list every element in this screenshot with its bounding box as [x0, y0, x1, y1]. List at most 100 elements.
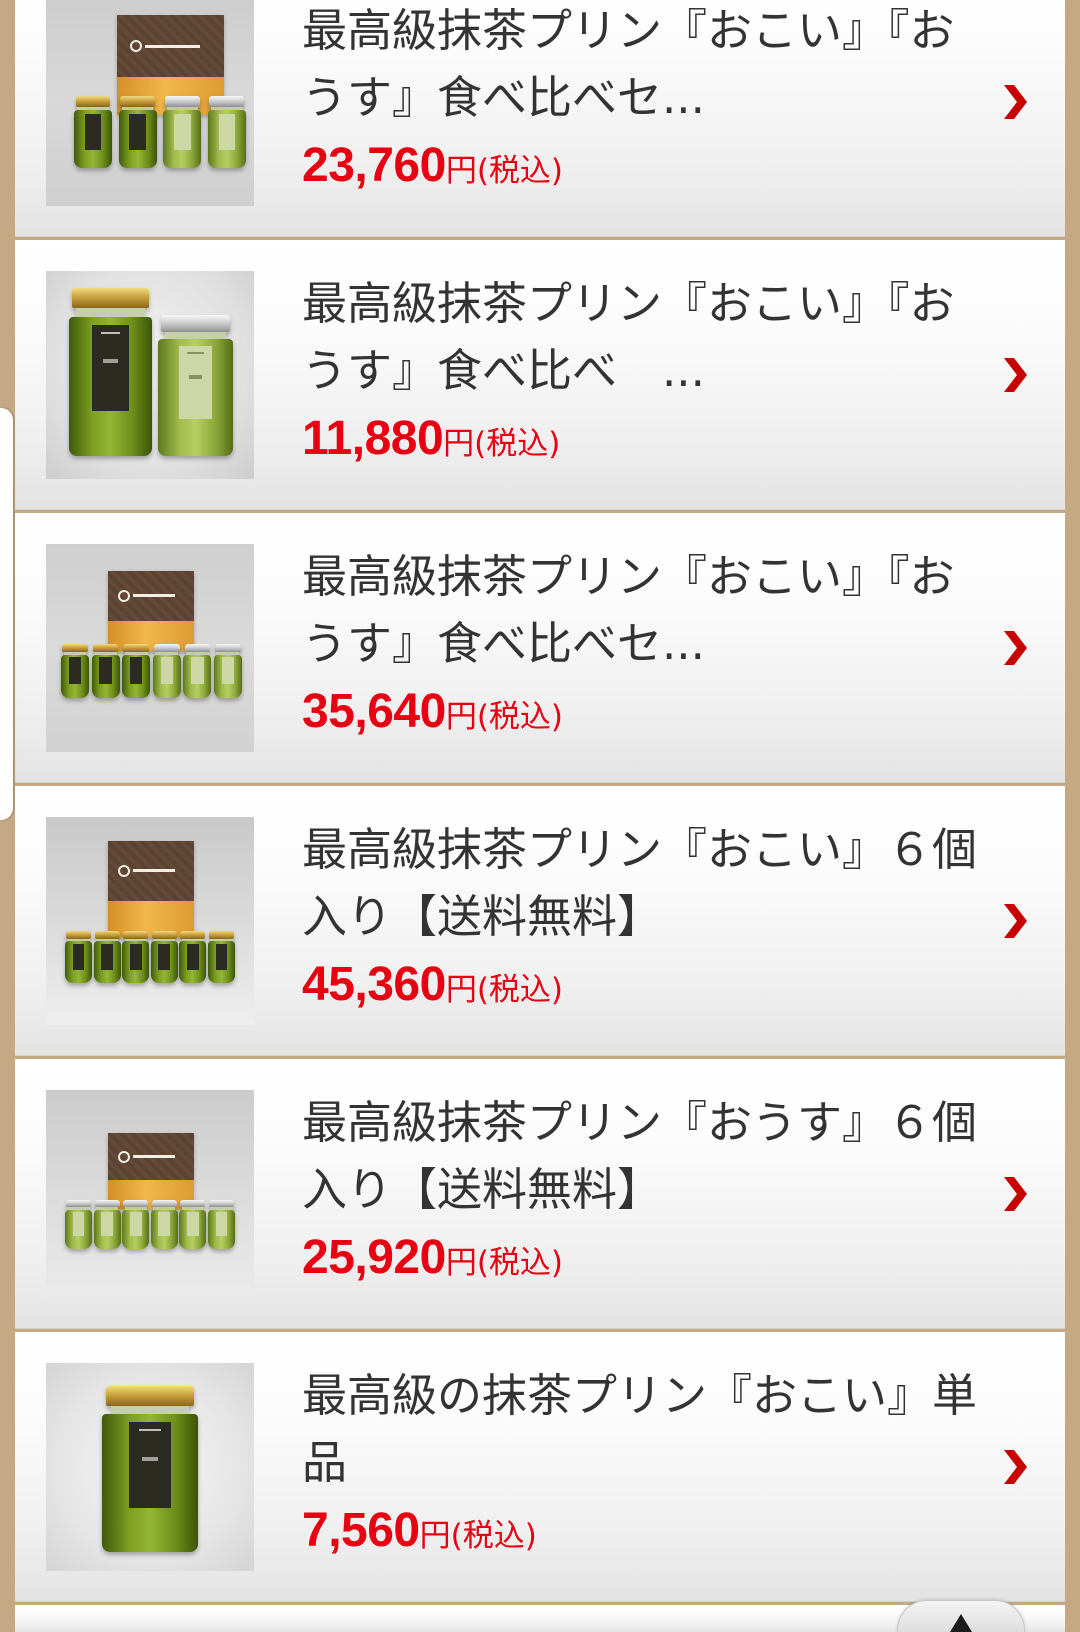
brand-logo-mark: [129, 40, 142, 52]
price-currency: 円: [445, 699, 477, 735]
gift-box: [108, 571, 194, 651]
pudding-jar: [179, 1200, 207, 1249]
jar-body: [163, 110, 202, 168]
product-list: 最高級抹茶プリン『おこい』『おうす』食べ比べセ... 23,760円(税込) 最…: [15, 0, 1065, 1632]
product-price: 11,880円(税込): [302, 404, 560, 484]
jar-label: [221, 657, 235, 685]
product-item[interactable]: 最高級抹茶プリン『おこい』『おうす』食べ比べセ... 35,640円(税込): [15, 513, 1065, 783]
jar-lid: [164, 96, 200, 107]
brand-logo-mark: [118, 589, 131, 602]
jar-body: [152, 654, 181, 698]
jar-label: [101, 1212, 114, 1237]
product-item[interactable]: 最高級抹茶プリン『おうす』６個入り【送料無料】 25,920円(税込): [15, 1059, 1065, 1329]
jar-label: [160, 657, 173, 685]
product-item[interactable]: 最高級抹茶プリン『おこい』『おうす』食べ比べセ... 23,760円(税込): [15, 0, 1065, 237]
jar-body: [93, 941, 121, 983]
brand-logo-wordmark: [133, 869, 176, 873]
jar-row: [102, 1386, 198, 1552]
jar-rim: [76, 308, 145, 317]
jar-lid: [123, 644, 150, 653]
pudding-jar: [69, 288, 152, 456]
product-item[interactable]: 最高級の抹茶プリン『おこい』単品 7,560円(税込): [15, 1332, 1065, 1602]
price-amount: 35,640: [302, 685, 446, 738]
brand-logo: [129, 39, 201, 53]
product-item[interactable]: 最高級抹茶プリン『おこい』『おうす』食べ比べ ... 11,880円(税込): [15, 240, 1065, 510]
jar-lid: [184, 644, 211, 653]
jar-body: [207, 110, 246, 168]
jar-label: [129, 943, 142, 970]
jar-label: [72, 943, 85, 970]
product-title: 最高級抹茶プリン『おこい』６個入り【送料無料】: [302, 823, 978, 943]
jar-lid: [123, 931, 149, 939]
brand-logo: [118, 1150, 176, 1163]
brand-logo-wordmark: [133, 1155, 176, 1159]
jar-body: [102, 1414, 198, 1552]
jar-rim: [164, 331, 227, 339]
jar-body: [122, 654, 151, 698]
jar-body: [122, 941, 150, 983]
jar-body: [93, 1209, 121, 1249]
product-title: 最高級抹茶プリン『おこい』『おうす』食べ比べ ...: [302, 277, 955, 397]
pudding-jar: [207, 931, 235, 983]
brand-logo: [118, 864, 176, 877]
pudding-jar: [163, 96, 202, 168]
pudding-jar: [61, 644, 89, 698]
jar-lid: [180, 931, 206, 939]
product-image: [46, 544, 254, 752]
brand-logo-mark: [118, 1150, 131, 1163]
price-amount: 7,560: [302, 1504, 420, 1557]
jar-body: [183, 654, 212, 698]
product-title: 最高級の抹茶プリン『おこい』単品: [302, 1369, 978, 1489]
jar-body: [61, 654, 89, 698]
price-currency: 円: [445, 1245, 477, 1281]
jar-body: [69, 316, 152, 456]
chevron-right-icon: [1004, 1177, 1027, 1211]
price-amount: 45,360: [302, 958, 446, 1011]
jar-label: [191, 657, 204, 685]
pudding-jar: [65, 1200, 92, 1249]
chevron-right-icon: [1001, 1447, 1029, 1487]
scroll-to-top-button[interactable]: [897, 1600, 1025, 1632]
jar-label: [130, 657, 143, 685]
price-tax-note: (税込): [476, 699, 564, 735]
jar-body: [150, 1209, 178, 1249]
pudding-jar: [207, 1200, 235, 1249]
chevron-right-icon: [1001, 1174, 1029, 1214]
jar-body: [122, 1209, 150, 1249]
chevron-right-icon: [1004, 904, 1027, 938]
brand-logo-wordmark: [145, 44, 201, 48]
jar-body: [179, 941, 207, 983]
jar-row: [65, 931, 235, 983]
pudding-jar: [91, 644, 120, 698]
product-price: 45,360円(税込): [302, 950, 563, 1030]
gift-box: [108, 1133, 194, 1209]
jar-label: [84, 113, 102, 150]
jar-lid: [153, 644, 180, 653]
jar-lid: [151, 931, 177, 939]
jar-body: [207, 1209, 235, 1249]
jar-row: [74, 96, 246, 168]
jar-label: [173, 113, 191, 150]
drawer-handle[interactable]: [0, 408, 13, 820]
jar-body: [91, 654, 120, 698]
gift-box: [108, 841, 194, 937]
product-image: [46, 0, 254, 206]
product-price: 35,640円(税込): [302, 677, 563, 757]
product-item[interactable]: 最高級抹茶プリン『おこい』６個入り【送料無料】 45,360円(税込): [15, 786, 1065, 1056]
jar-body: [179, 1209, 207, 1249]
pudding-jar: [122, 644, 151, 698]
price-tax-note: (税込): [474, 426, 561, 462]
jar-lid: [180, 1200, 206, 1208]
jar-body: [150, 941, 178, 983]
product-image: [46, 1363, 254, 1571]
jar-lid: [209, 96, 245, 107]
jar-lid: [92, 644, 119, 653]
pudding-jar: [207, 96, 246, 168]
price-amount: 25,920: [302, 1231, 446, 1284]
product-price: 7,560円(税込): [302, 1496, 537, 1576]
jar-lid: [120, 96, 156, 107]
chevron-right-icon: [1004, 631, 1027, 665]
price-currency: 円: [443, 426, 475, 462]
jar-body: [158, 338, 233, 456]
jar-label: [186, 943, 199, 970]
